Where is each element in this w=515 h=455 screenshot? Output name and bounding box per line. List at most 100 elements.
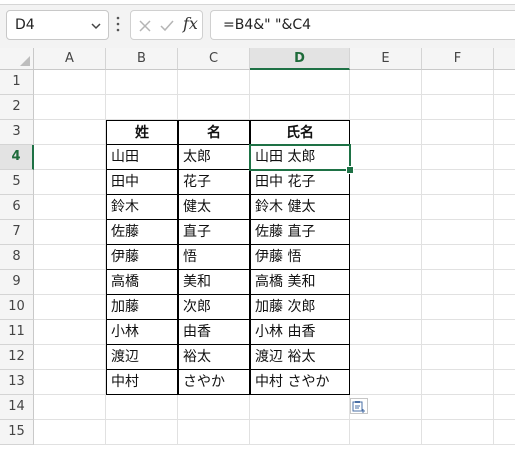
cell[interactable]: [350, 195, 422, 220]
cell[interactable]: [422, 220, 494, 245]
cell[interactable]: [106, 70, 178, 95]
name-box-value[interactable]: D4: [15, 17, 35, 33]
row-header-5[interactable]: 5: [0, 170, 34, 195]
table-cell[interactable]: 太郎: [178, 145, 250, 170]
cell[interactable]: [350, 370, 422, 395]
row-header-3[interactable]: 3: [0, 120, 34, 145]
cell[interactable]: [350, 295, 422, 320]
cell[interactable]: [250, 395, 350, 420]
cell[interactable]: [34, 295, 106, 320]
table-cell[interactable]: 中村 さやか: [250, 370, 350, 395]
column-header-b[interactable]: B: [106, 48, 178, 70]
cell[interactable]: [350, 420, 422, 445]
cell[interactable]: [494, 245, 515, 270]
table-cell[interactable]: 渡辺 裕太: [250, 345, 350, 370]
row-header-14[interactable]: 14: [0, 395, 34, 420]
cell[interactable]: [178, 95, 250, 120]
cell[interactable]: [34, 270, 106, 295]
table-header-cell[interactable]: 姓: [106, 120, 178, 145]
cell[interactable]: [106, 95, 178, 120]
cell[interactable]: [34, 420, 106, 445]
table-cell[interactable]: 美和: [178, 270, 250, 295]
table-cell[interactable]: 佐藤: [106, 220, 178, 245]
table-cell[interactable]: 山田: [106, 145, 178, 170]
table-cell[interactable]: 田中: [106, 170, 178, 195]
cell[interactable]: [494, 120, 515, 145]
cell[interactable]: [34, 220, 106, 245]
cell[interactable]: [350, 345, 422, 370]
cell[interactable]: [250, 70, 350, 95]
row-header-6[interactable]: 6: [0, 195, 34, 220]
cell[interactable]: [34, 120, 106, 145]
column-header-e[interactable]: E: [350, 48, 422, 70]
fill-handle[interactable]: [346, 166, 354, 174]
cell[interactable]: [494, 295, 515, 320]
cell[interactable]: [422, 245, 494, 270]
table-cell[interactable]: 高橋 美和: [250, 270, 350, 295]
cell[interactable]: [494, 320, 515, 345]
cell[interactable]: [34, 320, 106, 345]
cell[interactable]: [34, 195, 106, 220]
table-cell[interactable]: 悟: [178, 245, 250, 270]
cell[interactable]: [422, 95, 494, 120]
cell[interactable]: [250, 420, 350, 445]
cell[interactable]: [494, 395, 515, 420]
cell[interactable]: [494, 345, 515, 370]
formula-input[interactable]: =B4&" "&C4: [210, 10, 515, 40]
table-header-cell[interactable]: 氏名: [250, 120, 350, 145]
cell[interactable]: [422, 145, 494, 170]
table-cell[interactable]: 花子: [178, 170, 250, 195]
table-cell[interactable]: 中村: [106, 370, 178, 395]
table-cell[interactable]: 高橋: [106, 270, 178, 295]
cell[interactable]: [350, 70, 422, 95]
table-cell[interactable]: 裕太: [178, 345, 250, 370]
row-header-13[interactable]: 13: [0, 370, 34, 395]
row-header-7[interactable]: 7: [0, 220, 34, 245]
cell[interactable]: [178, 395, 250, 420]
cell[interactable]: [34, 395, 106, 420]
table-cell[interactable]: 渡辺: [106, 345, 178, 370]
vertical-dots-icon[interactable]: [116, 15, 120, 33]
cell[interactable]: [422, 170, 494, 195]
cell[interactable]: [178, 70, 250, 95]
cell[interactable]: [422, 270, 494, 295]
worksheet-grid[interactable]: ABCDEF 1 2 3 4 5 6 7 8 9 10 11 12 13 14 15 姓名氏名 山田 太郎 山田 …: [0, 48, 515, 455]
table-cell[interactable]: 鈴木: [106, 195, 178, 220]
cell[interactable]: [350, 320, 422, 345]
table-cell[interactable]: 由香: [178, 320, 250, 345]
cell[interactable]: [178, 420, 250, 445]
cell[interactable]: [494, 195, 515, 220]
table-cell[interactable]: さやか: [178, 370, 250, 395]
column-header-a[interactable]: A: [34, 48, 106, 70]
cell[interactable]: [422, 420, 494, 445]
cell[interactable]: [494, 420, 515, 445]
table-cell[interactable]: 加藤 次郎: [250, 295, 350, 320]
table-cell[interactable]: 小林: [106, 320, 178, 345]
checkmark-icon[interactable]: [159, 18, 175, 34]
chevron-down-icon[interactable]: [90, 20, 102, 32]
cell[interactable]: [422, 370, 494, 395]
row-header-10[interactable]: 10: [0, 295, 34, 320]
cell[interactable]: [422, 120, 494, 145]
formula-text[interactable]: =B4&" "&C4: [223, 17, 311, 33]
row-header-4[interactable]: 4: [0, 145, 34, 170]
cell[interactable]: [422, 320, 494, 345]
row-header-12[interactable]: 12: [0, 345, 34, 370]
cell[interactable]: [34, 345, 106, 370]
row-header-8[interactable]: 8: [0, 245, 34, 270]
name-box[interactable]: D4: [6, 10, 109, 40]
cell[interactable]: [350, 270, 422, 295]
row-header-15[interactable]: 15: [0, 420, 34, 445]
table-cell[interactable]: 田中 花子: [250, 170, 350, 195]
cell[interactable]: [34, 170, 106, 195]
row-header-2[interactable]: 2: [0, 95, 34, 120]
table-cell[interactable]: 小林 由香: [250, 320, 350, 345]
cell[interactable]: [34, 95, 106, 120]
cell[interactable]: [494, 220, 515, 245]
cell[interactable]: [34, 370, 106, 395]
cell[interactable]: [422, 295, 494, 320]
cell[interactable]: [422, 345, 494, 370]
table-cell[interactable]: 山田 太郎: [250, 145, 350, 170]
cell[interactable]: [350, 145, 422, 170]
column-header-partial[interactable]: [494, 48, 515, 70]
